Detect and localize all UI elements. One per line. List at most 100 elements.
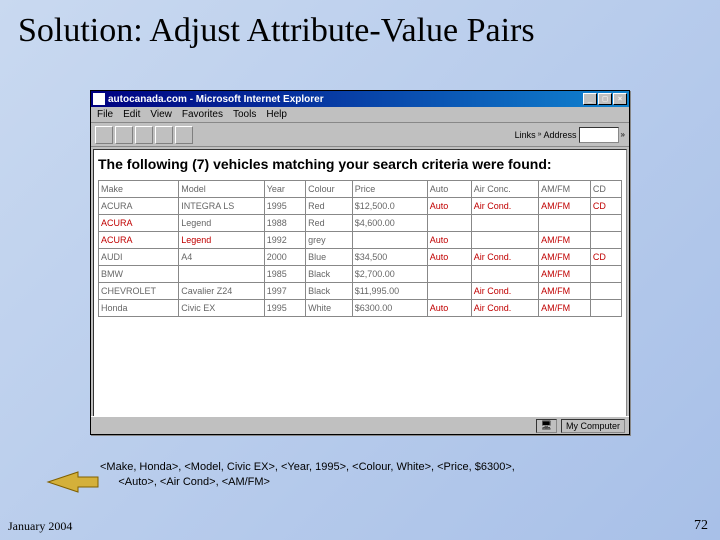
cell-year: 1995 — [264, 198, 305, 215]
forward-button[interactable] — [115, 126, 133, 144]
column-header: Auto — [427, 181, 471, 198]
cell-ac — [471, 266, 538, 283]
menu-tools[interactable]: Tools — [233, 109, 256, 120]
menu-favorites[interactable]: Favorites — [182, 109, 223, 120]
cell-colour: Black — [306, 283, 353, 300]
cell-ac — [471, 215, 538, 232]
cell-colour: Blue — [306, 249, 353, 266]
cell-make: ACURA — [99, 232, 179, 249]
cell-amfm: AM/FM — [539, 266, 591, 283]
menu-file[interactable]: File — [97, 109, 113, 120]
cell-ac: Air Cond. — [471, 198, 538, 215]
refresh-button[interactable] — [155, 126, 173, 144]
cell-model: A4 — [179, 249, 264, 266]
cell-make: AUDI — [99, 249, 179, 266]
column-header: Air Conc. — [471, 181, 538, 198]
table-row: BMW 1985Black$2,700.00 AM/FM — [99, 266, 622, 283]
cell-price: $6300.00 — [352, 300, 427, 317]
table-row: AUDIA42000Blue$34,500AutoAir Cond.AM/FMC… — [99, 249, 622, 266]
cell-auto — [427, 283, 471, 300]
cell-amfm — [539, 215, 591, 232]
cell-year: 2000 — [264, 249, 305, 266]
table-row: ACURALegend1988Red$4,600.00 — [99, 215, 622, 232]
column-header: AM/FM — [539, 181, 591, 198]
cell-colour: White — [306, 300, 353, 317]
cell-amfm: AM/FM — [539, 283, 591, 300]
browser-window: autocanada.com - Microsoft Internet Expl… — [90, 90, 630, 435]
cell-ac — [471, 232, 538, 249]
cell-model: Cavalier Z24 — [179, 283, 264, 300]
ie-icon — [93, 93, 105, 105]
cell-cd — [590, 215, 621, 232]
window-buttons: _ □ × — [583, 93, 627, 105]
cell-year: 1992 — [264, 232, 305, 249]
cell-auto: Auto — [427, 300, 471, 317]
caption-line-1: <Make, Honda>, <Model, Civic EX>, <Year,… — [100, 461, 515, 473]
cell-model: Legend — [179, 232, 264, 249]
maximize-button[interactable]: □ — [598, 93, 612, 105]
cell-amfm: AM/FM — [539, 249, 591, 266]
home-button[interactable] — [175, 126, 193, 144]
footer-page-number: 72 — [694, 518, 708, 534]
cell-make: ACURA — [99, 198, 179, 215]
column-header: Year — [264, 181, 305, 198]
links-label: Links — [515, 130, 536, 140]
caption-line-2: <Auto>, <Air Cond>, <AM/FM> — [118, 476, 270, 488]
window-title-text: autocanada.com - Microsoft Internet Expl… — [108, 94, 583, 105]
cell-cd — [590, 266, 621, 283]
table-row: ACURAINTEGRA LS1995Red$12,500.0AutoAir C… — [99, 198, 622, 215]
cell-cd — [590, 300, 621, 317]
cell-model: INTEGRA LS — [179, 198, 264, 215]
cell-make: CHEVROLET — [99, 283, 179, 300]
page-content: The following (7) vehicles matching your… — [93, 149, 627, 419]
status-zone-icon: 🖥 — [536, 419, 557, 433]
cell-colour: Red — [306, 215, 353, 232]
attribute-caption: <Make, Honda>, <Model, Civic EX>, <Year,… — [100, 460, 660, 491]
menu-help[interactable]: Help — [266, 109, 287, 120]
cell-price — [352, 232, 427, 249]
stop-button[interactable] — [135, 126, 153, 144]
column-header: Colour — [306, 181, 353, 198]
cell-amfm: AM/FM — [539, 232, 591, 249]
cell-make: ACURA — [99, 215, 179, 232]
cell-auto — [427, 215, 471, 232]
cell-price: $4,600.00 — [352, 215, 427, 232]
cell-price: $11,995.00 — [352, 283, 427, 300]
close-button[interactable]: × — [613, 93, 627, 105]
cell-price: $2,700.00 — [352, 266, 427, 283]
menu-view[interactable]: View — [150, 109, 172, 120]
slide-title: Solution: Adjust Attribute-Value Pairs — [0, 0, 720, 50]
cell-model — [179, 266, 264, 283]
cell-colour: Black — [306, 266, 353, 283]
cell-colour: Red — [306, 198, 353, 215]
cell-amfm: AM/FM — [539, 198, 591, 215]
footer-date: January 2004 — [8, 519, 72, 534]
cell-price: $12,500.0 — [352, 198, 427, 215]
column-header: Price — [352, 181, 427, 198]
table-row: HondaCivic EX1995White$6300.00AutoAir Co… — [99, 300, 622, 317]
cell-auto: Auto — [427, 232, 471, 249]
cell-auto — [427, 266, 471, 283]
cell-model: Legend — [179, 215, 264, 232]
cell-cd: CD — [590, 198, 621, 215]
table-row: ACURALegend1992grey Auto AM/FM — [99, 232, 622, 249]
cell-cd: CD — [590, 249, 621, 266]
column-header: Make — [99, 181, 179, 198]
cell-model: Civic EX — [179, 300, 264, 317]
cell-colour: grey — [306, 232, 353, 249]
menu-edit[interactable]: Edit — [123, 109, 140, 120]
cell-year: 1985 — [264, 266, 305, 283]
cell-auto: Auto — [427, 249, 471, 266]
address-input[interactable] — [579, 127, 619, 143]
status-zone-text: My Computer — [561, 419, 625, 433]
back-button[interactable] — [95, 126, 113, 144]
cell-price: $34,500 — [352, 249, 427, 266]
table-row: CHEVROLETCavalier Z241997Black$11,995.00… — [99, 283, 622, 300]
minimize-button[interactable]: _ — [583, 93, 597, 105]
results-table: MakeModelYearColourPriceAutoAir Conc.AM/… — [98, 180, 622, 317]
menu-bar: File Edit View Favorites Tools Help — [91, 107, 629, 123]
cell-ac: Air Cond. — [471, 249, 538, 266]
cell-cd — [590, 232, 621, 249]
column-header: CD — [590, 181, 621, 198]
cell-make: BMW — [99, 266, 179, 283]
